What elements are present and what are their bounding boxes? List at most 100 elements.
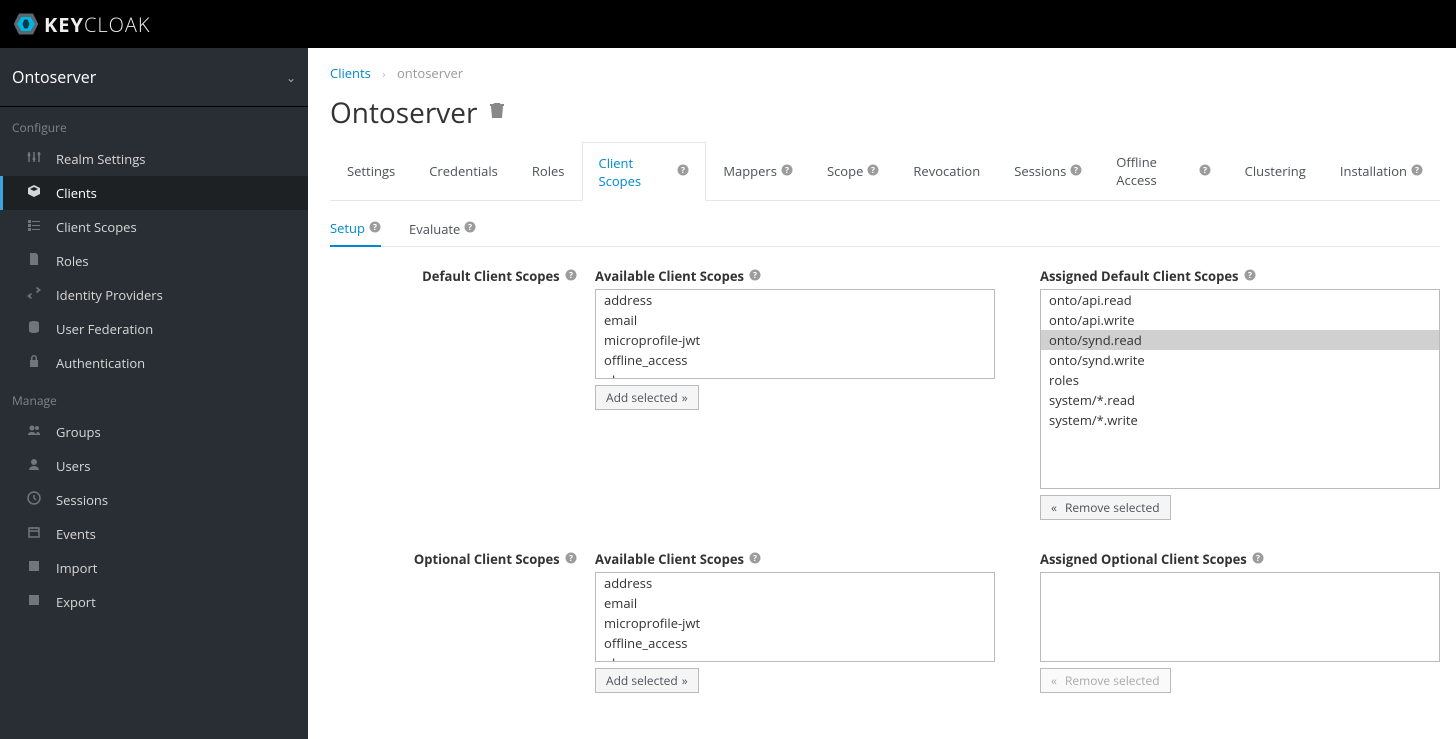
scope-option[interactable]: address: [596, 290, 994, 310]
tab-scope[interactable]: Scope?: [810, 142, 896, 200]
scope-option[interactable]: onto/api.read: [1041, 290, 1439, 310]
sidebar-section-label: Manage: [0, 380, 308, 415]
sidebar-item-clients[interactable]: Clients: [0, 176, 308, 210]
sidebar-item-client-scopes[interactable]: Client Scopes: [0, 210, 308, 244]
svg-text:?: ?: [1248, 270, 1252, 281]
sidebar-item-identity-providers[interactable]: Identity Providers: [0, 278, 308, 312]
scope-option[interactable]: system/*.read: [1041, 390, 1439, 410]
help-icon[interactable]: ?: [1070, 163, 1082, 180]
sidebar-item-label: Import: [56, 559, 97, 577]
scope-option[interactable]: roles: [1041, 370, 1439, 390]
user-icon: [26, 457, 42, 475]
help-icon[interactable]: ?: [1411, 163, 1423, 180]
scope-listbox[interactable]: addressemailmicroprofile-jwtoffline_acce…: [595, 572, 995, 662]
tab-clustering[interactable]: Clustering: [1228, 142, 1323, 200]
help-icon[interactable]: ?: [1199, 163, 1211, 180]
scope-listbox[interactable]: addressemailmicroprofile-jwtoffline_acce…: [595, 289, 995, 379]
sidebar-section-label: Configure: [0, 107, 308, 142]
scope-option[interactable]: phone: [596, 370, 994, 379]
help-icon[interactable]: ?: [781, 163, 793, 180]
breadcrumb-parent[interactable]: Clients: [330, 64, 371, 82]
help-icon[interactable]: ?: [867, 163, 879, 180]
sidebar-item-users[interactable]: Users: [0, 449, 308, 483]
svg-text:?: ?: [569, 270, 573, 281]
tab-offline-access[interactable]: Offline Access?: [1099, 142, 1227, 200]
sidebar-item-events[interactable]: Events: [0, 517, 308, 551]
sidebar-item-label: User Federation: [56, 320, 153, 338]
sidebar-item-authentication[interactable]: Authentication: [0, 346, 308, 380]
scope-option[interactable]: email: [596, 593, 994, 613]
sidebar-item-sessions[interactable]: Sessions: [0, 483, 308, 517]
sidebar-item-label: Groups: [56, 423, 101, 441]
scope-group-title: Assigned Optional Client Scopes ?: [1040, 550, 1440, 568]
realm-selector[interactable]: Ontoserver ⌄: [0, 48, 308, 107]
subtab-evaluate[interactable]: Evaluate?: [409, 211, 476, 246]
scope-option[interactable]: offline_access: [596, 633, 994, 653]
sidebar-item-groups[interactable]: Groups: [0, 415, 308, 449]
tab-settings[interactable]: Settings: [330, 142, 412, 200]
trash-icon[interactable]: [489, 101, 505, 125]
scope-option[interactable]: address: [596, 573, 994, 593]
help-icon[interactable]: ?: [565, 267, 577, 285]
scope-listbox[interactable]: onto/api.readonto/api.writeonto/synd.rea…: [1040, 289, 1440, 489]
main-content: Clients › ontoserver Ontoserver Settings…: [308, 48, 1456, 739]
scope-option[interactable]: offline_access: [596, 350, 994, 370]
row-label: Optional Client Scopes ?: [330, 550, 595, 693]
tab-installation[interactable]: Installation?: [1323, 142, 1440, 200]
client-tabs: SettingsCredentialsRolesClient Scopes?Ma…: [330, 142, 1440, 201]
import-icon: [26, 559, 42, 577]
help-icon[interactable]: ?: [369, 220, 381, 237]
scope-option[interactable]: phone: [596, 653, 994, 662]
sidebar-item-label: Clients: [56, 184, 97, 202]
svg-text:?: ?: [1074, 165, 1078, 176]
scope-option[interactable]: microprofile-jwt: [596, 613, 994, 633]
sidebar-item-import[interactable]: Import: [0, 551, 308, 585]
tab-roles[interactable]: Roles: [515, 142, 582, 200]
svg-text:?: ?: [681, 165, 685, 176]
svg-text:?: ?: [373, 222, 377, 233]
scope-option[interactable]: email: [596, 310, 994, 330]
db-icon: [26, 320, 42, 338]
help-icon[interactable]: ?: [565, 550, 577, 568]
brand-logo[interactable]: KEYCLOAK: [12, 10, 151, 38]
scope-option[interactable]: system/*.write: [1041, 410, 1439, 430]
help-icon[interactable]: ?: [749, 550, 761, 568]
file-icon: [26, 252, 42, 270]
sidebar-item-label: Sessions: [56, 491, 108, 509]
svg-text:?: ?: [753, 553, 757, 564]
add-selected-button[interactable]: Add selected: [595, 385, 699, 410]
scope-group-title: Assigned Default Client Scopes ?: [1040, 267, 1440, 285]
svg-text:?: ?: [1256, 553, 1260, 564]
scope-option[interactable]: microprofile-jwt: [596, 330, 994, 350]
sidebar-item-label: Events: [56, 525, 96, 543]
sidebar-item-roles[interactable]: Roles: [0, 244, 308, 278]
help-icon[interactable]: ?: [1252, 550, 1264, 568]
help-icon[interactable]: ?: [749, 267, 761, 285]
sidebar-item-label: Identity Providers: [56, 286, 163, 304]
sidebar-item-realm-settings[interactable]: Realm Settings: [0, 142, 308, 176]
sidebar-item-label: Roles: [56, 252, 89, 270]
list-icon: [26, 218, 42, 236]
help-icon[interactable]: ?: [677, 163, 689, 180]
scope-listbox[interactable]: [1040, 572, 1440, 662]
help-icon[interactable]: ?: [464, 220, 476, 237]
sidebar: Ontoserver ⌄ ConfigureRealm Settings Clie…: [0, 48, 308, 739]
brand-text: KEYCLOAK: [44, 11, 151, 38]
add-selected-button[interactable]: Add selected: [595, 668, 699, 693]
remove-selected-button[interactable]: Remove selected: [1040, 495, 1171, 520]
svg-text:?: ?: [1203, 165, 1207, 176]
subtab-setup[interactable]: Setup?: [330, 211, 381, 247]
row-label: Default Client Scopes ?: [330, 267, 595, 520]
tab-client-scopes[interactable]: Client Scopes?: [582, 142, 707, 201]
tab-credentials[interactable]: Credentials: [412, 142, 515, 200]
cube-icon: [26, 184, 42, 202]
tab-mappers[interactable]: Mappers?: [706, 142, 810, 200]
sidebar-item-export[interactable]: Export: [0, 585, 308, 619]
tab-sessions[interactable]: Sessions?: [997, 142, 1099, 200]
sidebar-item-user-federation[interactable]: User Federation: [0, 312, 308, 346]
scope-option[interactable]: onto/api.write: [1041, 310, 1439, 330]
help-icon[interactable]: ?: [1244, 267, 1256, 285]
scope-option[interactable]: onto/synd.write: [1041, 350, 1439, 370]
scope-option[interactable]: onto/synd.read: [1041, 330, 1439, 350]
tab-revocation[interactable]: Revocation: [896, 142, 997, 200]
